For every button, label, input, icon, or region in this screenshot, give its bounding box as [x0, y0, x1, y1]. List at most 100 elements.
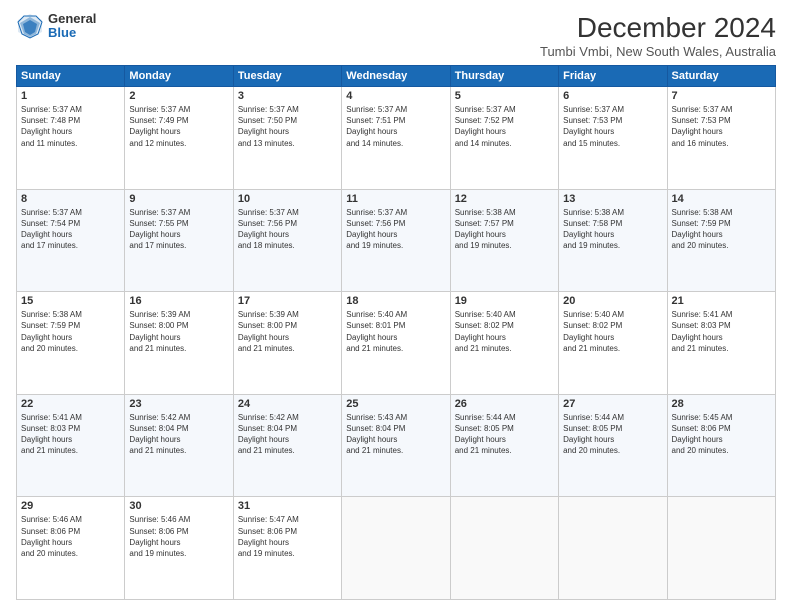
calendar-cell: 14 Sunrise: 5:38 AMSunset: 7:59 PMDaylig… [667, 189, 775, 292]
cell-content: Sunrise: 5:43 AMSunset: 8:04 PMDaylight … [346, 412, 445, 457]
calendar-cell: 12 Sunrise: 5:38 AMSunset: 7:57 PMDaylig… [450, 189, 558, 292]
cell-content: Sunrise: 5:37 AMSunset: 7:52 PMDaylight … [455, 104, 554, 149]
calendar-cell: 13 Sunrise: 5:38 AMSunset: 7:58 PMDaylig… [559, 189, 667, 292]
location: Tumbi Vmbi, New South Wales, Australia [540, 44, 776, 59]
calendar-cell: 2 Sunrise: 5:37 AMSunset: 7:49 PMDayligh… [125, 87, 233, 190]
calendar-cell: 11 Sunrise: 5:37 AMSunset: 7:56 PMDaylig… [342, 189, 450, 292]
cell-content: Sunrise: 5:37 AMSunset: 7:48 PMDaylight … [21, 104, 120, 149]
calendar-day-header: Thursday [450, 66, 558, 87]
cell-content: Sunrise: 5:40 AMSunset: 8:02 PMDaylight … [563, 309, 662, 354]
calendar-cell [342, 497, 450, 600]
calendar-cell: 4 Sunrise: 5:37 AMSunset: 7:51 PMDayligh… [342, 87, 450, 190]
cell-content: Sunrise: 5:47 AMSunset: 8:06 PMDaylight … [238, 514, 337, 559]
calendar-day-header: Saturday [667, 66, 775, 87]
day-number: 5 [455, 90, 554, 102]
day-number: 26 [455, 398, 554, 410]
day-number: 30 [129, 500, 228, 512]
month-title: December 2024 [540, 12, 776, 44]
calendar-table: SundayMondayTuesdayWednesdayThursdayFrid… [16, 65, 776, 600]
calendar-cell: 16 Sunrise: 5:39 AMSunset: 8:00 PMDaylig… [125, 292, 233, 395]
calendar-day-header: Wednesday [342, 66, 450, 87]
calendar-day-header: Tuesday [233, 66, 341, 87]
cell-content: Sunrise: 5:37 AMSunset: 7:56 PMDaylight … [346, 207, 445, 252]
calendar-cell: 9 Sunrise: 5:37 AMSunset: 7:55 PMDayligh… [125, 189, 233, 292]
calendar-cell: 27 Sunrise: 5:44 AMSunset: 8:05 PMDaylig… [559, 394, 667, 497]
calendar-week-row: 1 Sunrise: 5:37 AMSunset: 7:48 PMDayligh… [17, 87, 776, 190]
calendar-week-row: 15 Sunrise: 5:38 AMSunset: 7:59 PMDaylig… [17, 292, 776, 395]
calendar-cell [450, 497, 558, 600]
day-number: 2 [129, 90, 228, 102]
day-number: 8 [21, 193, 120, 205]
day-number: 28 [672, 398, 771, 410]
calendar-cell: 5 Sunrise: 5:37 AMSunset: 7:52 PMDayligh… [450, 87, 558, 190]
cell-content: Sunrise: 5:41 AMSunset: 8:03 PMDaylight … [672, 309, 771, 354]
cell-content: Sunrise: 5:38 AMSunset: 7:59 PMDaylight … [21, 309, 120, 354]
cell-content: Sunrise: 5:39 AMSunset: 8:00 PMDaylight … [129, 309, 228, 354]
day-number: 3 [238, 90, 337, 102]
cell-content: Sunrise: 5:37 AMSunset: 7:56 PMDaylight … [238, 207, 337, 252]
cell-content: Sunrise: 5:37 AMSunset: 7:53 PMDaylight … [563, 104, 662, 149]
calendar-cell: 3 Sunrise: 5:37 AMSunset: 7:50 PMDayligh… [233, 87, 341, 190]
cell-content: Sunrise: 5:46 AMSunset: 8:06 PMDaylight … [21, 514, 120, 559]
cell-content: Sunrise: 5:40 AMSunset: 8:01 PMDaylight … [346, 309, 445, 354]
cell-content: Sunrise: 5:40 AMSunset: 8:02 PMDaylight … [455, 309, 554, 354]
calendar-week-row: 29 Sunrise: 5:46 AMSunset: 8:06 PMDaylig… [17, 497, 776, 600]
header: General Blue December 2024 Tumbi Vmbi, N… [16, 12, 776, 59]
calendar-cell: 15 Sunrise: 5:38 AMSunset: 7:59 PMDaylig… [17, 292, 125, 395]
day-number: 27 [563, 398, 662, 410]
day-number: 19 [455, 295, 554, 307]
day-number: 17 [238, 295, 337, 307]
logo-icon [16, 12, 44, 40]
calendar-day-header: Sunday [17, 66, 125, 87]
day-number: 18 [346, 295, 445, 307]
logo-blue-text: Blue [48, 26, 96, 40]
page: General Blue December 2024 Tumbi Vmbi, N… [0, 0, 792, 612]
day-number: 29 [21, 500, 120, 512]
day-number: 20 [563, 295, 662, 307]
calendar-cell [667, 497, 775, 600]
day-number: 23 [129, 398, 228, 410]
calendar-cell: 24 Sunrise: 5:42 AMSunset: 8:04 PMDaylig… [233, 394, 341, 497]
cell-content: Sunrise: 5:37 AMSunset: 7:53 PMDaylight … [672, 104, 771, 149]
calendar-cell: 8 Sunrise: 5:37 AMSunset: 7:54 PMDayligh… [17, 189, 125, 292]
cell-content: Sunrise: 5:37 AMSunset: 7:54 PMDaylight … [21, 207, 120, 252]
logo-text: General Blue [48, 12, 96, 41]
calendar-cell: 20 Sunrise: 5:40 AMSunset: 8:02 PMDaylig… [559, 292, 667, 395]
cell-content: Sunrise: 5:38 AMSunset: 7:57 PMDaylight … [455, 207, 554, 252]
cell-content: Sunrise: 5:38 AMSunset: 7:58 PMDaylight … [563, 207, 662, 252]
calendar-cell [559, 497, 667, 600]
day-number: 14 [672, 193, 771, 205]
day-number: 10 [238, 193, 337, 205]
day-number: 6 [563, 90, 662, 102]
calendar-cell: 1 Sunrise: 5:37 AMSunset: 7:48 PMDayligh… [17, 87, 125, 190]
cell-content: Sunrise: 5:42 AMSunset: 8:04 PMDaylight … [238, 412, 337, 457]
cell-content: Sunrise: 5:42 AMSunset: 8:04 PMDaylight … [129, 412, 228, 457]
day-number: 22 [21, 398, 120, 410]
calendar-cell: 25 Sunrise: 5:43 AMSunset: 8:04 PMDaylig… [342, 394, 450, 497]
cell-content: Sunrise: 5:37 AMSunset: 7:50 PMDaylight … [238, 104, 337, 149]
day-number: 1 [21, 90, 120, 102]
cell-content: Sunrise: 5:41 AMSunset: 8:03 PMDaylight … [21, 412, 120, 457]
calendar-cell: 23 Sunrise: 5:42 AMSunset: 8:04 PMDaylig… [125, 394, 233, 497]
calendar-cell: 7 Sunrise: 5:37 AMSunset: 7:53 PMDayligh… [667, 87, 775, 190]
calendar-cell: 31 Sunrise: 5:47 AMSunset: 8:06 PMDaylig… [233, 497, 341, 600]
day-number: 25 [346, 398, 445, 410]
cell-content: Sunrise: 5:39 AMSunset: 8:00 PMDaylight … [238, 309, 337, 354]
day-number: 4 [346, 90, 445, 102]
day-number: 7 [672, 90, 771, 102]
calendar-cell: 17 Sunrise: 5:39 AMSunset: 8:00 PMDaylig… [233, 292, 341, 395]
day-number: 31 [238, 500, 337, 512]
cell-content: Sunrise: 5:37 AMSunset: 7:51 PMDaylight … [346, 104, 445, 149]
cell-content: Sunrise: 5:37 AMSunset: 7:49 PMDaylight … [129, 104, 228, 149]
title-block: December 2024 Tumbi Vmbi, New South Wale… [540, 12, 776, 59]
calendar-day-header: Monday [125, 66, 233, 87]
cell-content: Sunrise: 5:45 AMSunset: 8:06 PMDaylight … [672, 412, 771, 457]
cell-content: Sunrise: 5:46 AMSunset: 8:06 PMDaylight … [129, 514, 228, 559]
day-number: 15 [21, 295, 120, 307]
calendar-cell: 22 Sunrise: 5:41 AMSunset: 8:03 PMDaylig… [17, 394, 125, 497]
calendar-cell: 28 Sunrise: 5:45 AMSunset: 8:06 PMDaylig… [667, 394, 775, 497]
day-number: 21 [672, 295, 771, 307]
calendar-cell: 6 Sunrise: 5:37 AMSunset: 7:53 PMDayligh… [559, 87, 667, 190]
day-number: 9 [129, 193, 228, 205]
cell-content: Sunrise: 5:38 AMSunset: 7:59 PMDaylight … [672, 207, 771, 252]
